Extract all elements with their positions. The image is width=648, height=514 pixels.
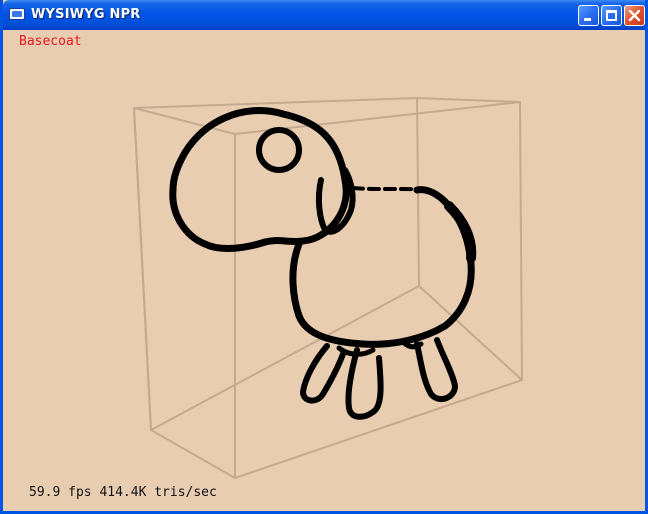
title-bar[interactable]: WYSIWYG NPR xyxy=(3,0,645,30)
window-app-icon[interactable] xyxy=(9,8,25,20)
render-mode-label: Basecoat xyxy=(19,34,82,49)
bounding-box xyxy=(132,96,524,480)
render-viewport[interactable]: Basecoat 59.9 fps 414.4K tris/sec xyxy=(3,30,645,511)
window-title: WYSIWYG NPR xyxy=(31,7,141,22)
performance-stats: 59.9 fps 414.4K tris/sec xyxy=(29,485,217,500)
minimize-icon xyxy=(584,18,591,21)
sheep-model xyxy=(169,107,477,420)
maximize-button[interactable] xyxy=(601,5,622,26)
close-icon xyxy=(628,9,641,22)
minimize-button[interactable] xyxy=(578,5,599,26)
npr-scene xyxy=(132,96,524,480)
app-window: WYSIWYG NPR Basecoat 59.9 fps 414.4K tri… xyxy=(0,0,648,514)
close-button[interactable] xyxy=(624,5,645,26)
maximize-icon xyxy=(606,10,617,21)
